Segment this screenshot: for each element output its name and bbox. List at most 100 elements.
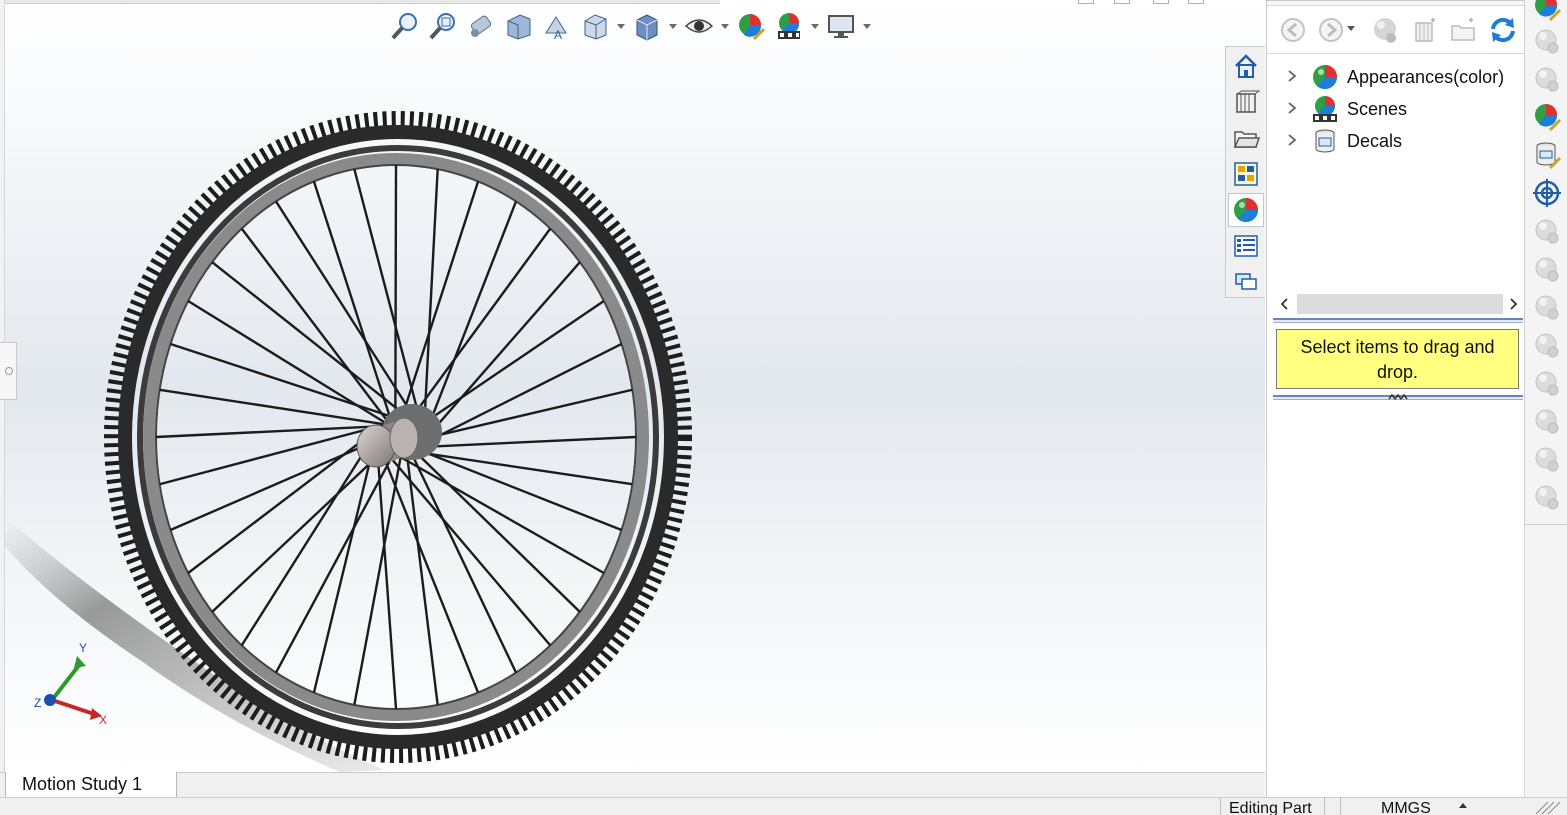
decals-icon	[1315, 129, 1335, 153]
display-style-dropdown[interactable]	[668, 9, 678, 43]
edit-scene-button[interactable]	[1530, 100, 1564, 134]
spoke	[413, 446, 622, 532]
view-settings-icon	[828, 15, 854, 38]
view-orientation-dropdown[interactable]	[616, 9, 626, 43]
tab-custom-properties[interactable]	[1228, 229, 1264, 263]
chevron-right-icon[interactable]	[1285, 101, 1299, 115]
schedule-render-button[interactable]	[1530, 442, 1564, 476]
solidworks-resources-icon	[1235, 54, 1257, 78]
edit-decal-button[interactable]	[1530, 138, 1564, 172]
view-settings-button[interactable]	[824, 9, 858, 43]
light-sphere-button[interactable]	[1530, 214, 1564, 248]
tree-item-appearances[interactable]: Appearances(color)	[1267, 60, 1525, 92]
section-view-icon	[507, 14, 531, 40]
previous-view-button[interactable]	[464, 9, 498, 43]
scroll-left-button[interactable]	[1275, 292, 1295, 316]
zoom-to-fit-icon	[391, 13, 417, 40]
tab-file-explorer[interactable]	[1228, 121, 1264, 155]
spoke	[187, 427, 379, 574]
spoke	[377, 443, 480, 694]
chevron-right-icon[interactable]	[1285, 69, 1299, 83]
spoke	[420, 342, 623, 447]
tree-item-label: Scenes	[1347, 99, 1408, 119]
svg-text:A: A	[554, 28, 562, 41]
back-button[interactable]	[1277, 14, 1309, 46]
recall-render-icon	[1535, 485, 1559, 510]
camera-target-button[interactable]	[1530, 176, 1564, 210]
edit-appearance-button[interactable]	[734, 9, 768, 43]
apply-scene-dropdown[interactable]	[810, 9, 820, 43]
tab-solidworks-resources[interactable]	[1228, 49, 1264, 83]
hide-show-items-dropdown[interactable]	[720, 9, 730, 43]
spoke	[422, 201, 518, 439]
render-icon	[1535, 295, 1559, 320]
tab-forum[interactable]	[1228, 265, 1264, 299]
side-toolbar-background	[1524, 525, 1567, 797]
render-button[interactable]	[1530, 290, 1564, 324]
refresh-button[interactable]	[1487, 14, 1519, 46]
render-settings-icon	[1535, 409, 1559, 434]
hide-show-items-button[interactable]	[682, 9, 716, 43]
graphics-area[interactable]: Y X Z A	[0, 0, 1265, 772]
hub-axle	[356, 424, 396, 468]
tab-view-palette[interactable]	[1228, 157, 1264, 191]
zoom-to-area-button[interactable]	[426, 9, 460, 43]
forward-dropdown[interactable]	[1347, 26, 1355, 31]
batch-render-button[interactable]	[1530, 366, 1564, 400]
unit-system-selector[interactable]: MMGS	[1340, 798, 1520, 815]
dynamic-annotation-button[interactable]: A	[540, 9, 574, 43]
paste-appearance-button[interactable]	[1530, 62, 1564, 96]
forum-icon	[1235, 273, 1257, 290]
tab-design-library[interactable]	[1228, 85, 1264, 119]
appearances-icon	[1313, 65, 1338, 90]
feature-manager-collapse-handle[interactable]	[0, 342, 17, 400]
apply-scene-icon	[778, 13, 800, 39]
appearance-edit-button[interactable]	[1530, 0, 1564, 24]
back-icon	[1281, 18, 1305, 42]
copy-appearance-button[interactable]	[1530, 24, 1564, 58]
batch-render-icon	[1535, 371, 1559, 396]
splitter-grip-icon[interactable]	[1387, 394, 1411, 400]
tab-motion-study[interactable]: Motion Study 1	[5, 772, 177, 798]
display-style-button[interactable]	[630, 9, 664, 43]
tree-item-label: Appearances(color)	[1347, 67, 1505, 87]
tab-appearances-scenes-decals[interactable]	[1228, 193, 1264, 227]
scroll-thumb[interactable]	[1297, 294, 1503, 314]
new-folder-icon	[1451, 18, 1475, 41]
forward-button[interactable]	[1315, 14, 1347, 46]
previous-view-icon	[470, 15, 492, 37]
wheel-model[interactable]	[0, 0, 1265, 772]
triad-z-label: Z	[34, 696, 41, 710]
view-settings-dropdown[interactable]	[862, 9, 872, 43]
recall-render-button[interactable]	[1530, 480, 1564, 514]
render-region-button[interactable]	[1530, 252, 1564, 286]
edit-appearance-icon	[739, 14, 766, 41]
final-render-button[interactable]	[1530, 328, 1564, 362]
triad-y-label: Y	[79, 641, 87, 655]
heads-up-view-toolbar: A	[388, 8, 872, 44]
solidworks-window: Y X Z A Motion Study 1 Editing Part MMGS…	[0, 0, 1567, 815]
bottom-tab-bar: Motion Study 1	[0, 772, 1265, 798]
spoke	[240, 227, 392, 427]
new-folder-button[interactable]	[1447, 14, 1479, 46]
chevron-right-icon[interactable]	[1285, 133, 1299, 147]
tree-item-decals[interactable]: Decals	[1267, 124, 1525, 156]
view-orientation-button[interactable]	[578, 9, 612, 43]
tree-item-scenes[interactable]: Scenes	[1267, 92, 1525, 124]
appearance-ball-icon	[1374, 18, 1396, 43]
scroll-right-button[interactable]	[1503, 292, 1523, 316]
appearance-ball-button[interactable]	[1369, 14, 1401, 46]
section-view-button[interactable]	[502, 9, 536, 43]
chevron-left-icon	[1280, 298, 1288, 310]
add-to-library-button[interactable]	[1409, 14, 1441, 46]
render-region-icon	[1535, 257, 1559, 282]
resize-grip-icon[interactable]	[1532, 800, 1562, 815]
chevron-right-icon	[1510, 298, 1518, 310]
appearances-scenes-decals-icon	[1234, 198, 1259, 223]
apply-scene-button[interactable]	[772, 9, 806, 43]
refresh-icon	[1491, 17, 1515, 43]
zoom-to-fit-button[interactable]	[388, 9, 422, 43]
horizontal-scrollbar[interactable]	[1275, 292, 1523, 316]
hide-show-items-icon	[684, 19, 714, 33]
render-settings-button[interactable]	[1530, 404, 1564, 438]
